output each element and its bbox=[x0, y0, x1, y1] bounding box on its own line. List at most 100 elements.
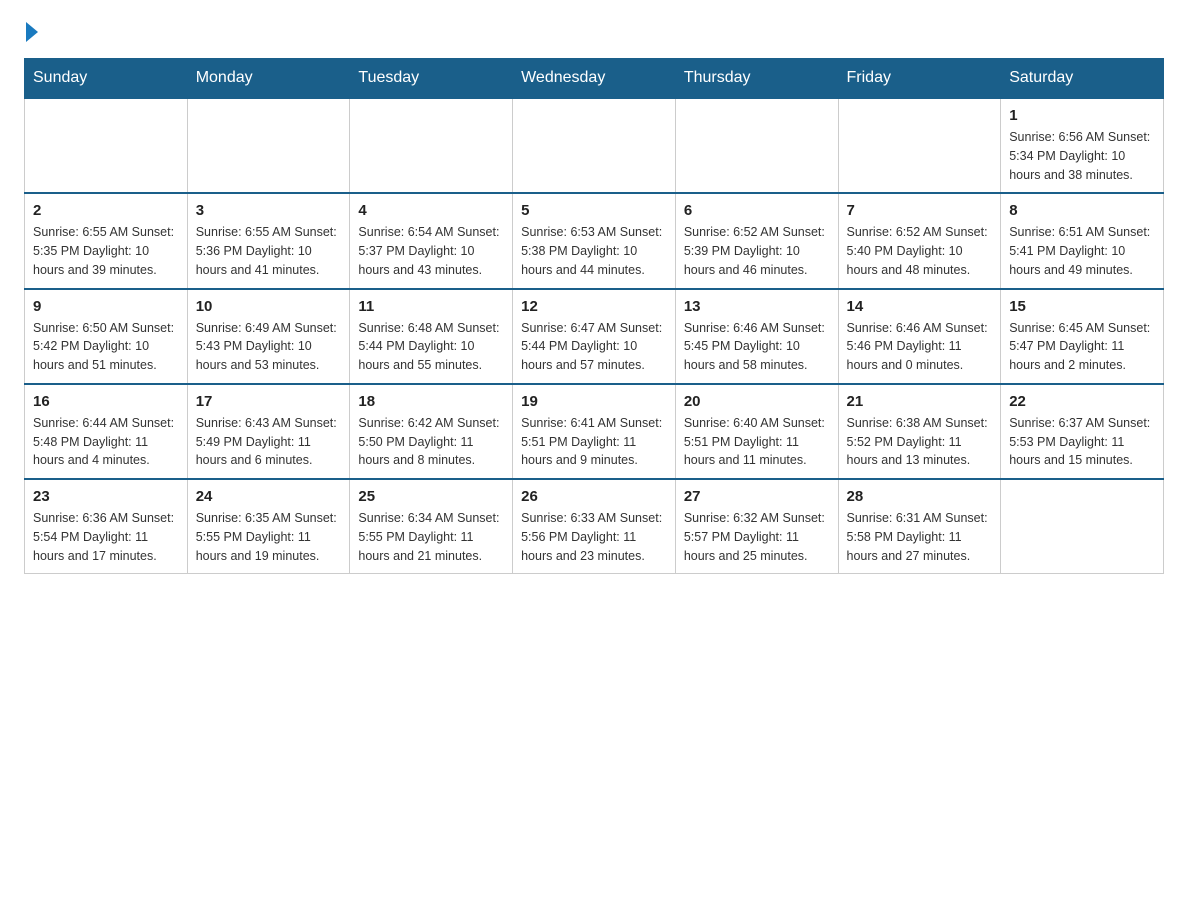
day-info: Sunrise: 6:50 AM Sunset: 5:42 PM Dayligh… bbox=[33, 319, 179, 375]
day-number: 25 bbox=[358, 488, 504, 505]
calendar-table: SundayMondayTuesdayWednesdayThursdayFrid… bbox=[24, 58, 1164, 574]
day-number: 28 bbox=[847, 488, 993, 505]
calendar-cell bbox=[513, 98, 676, 193]
calendar-cell: 27 Sunrise: 6:32 AM Sunset: 5:57 PM Dayli… bbox=[675, 479, 838, 574]
day-number: 3 bbox=[196, 202, 342, 219]
calendar-cell: 5Sunrise: 6:53 AM Sunset: 5:38 PM Daylig… bbox=[513, 193, 676, 288]
day-info: Sunrise: 6:45 AM Sunset: 5:47 PM Dayligh… bbox=[1009, 319, 1155, 375]
day-number: 11 bbox=[358, 298, 504, 315]
day-info: Sunrise: 6:46 AM Sunset: 5:45 PM Dayligh… bbox=[684, 319, 830, 375]
calendar-cell: 20 Sunrise: 6:40 AM Sunset: 5:51 PM Dayli… bbox=[675, 384, 838, 479]
day-info: Sunrise: 6:52 AM Sunset: 5:39 PM Dayligh… bbox=[684, 223, 830, 279]
day-number: 24 bbox=[196, 488, 342, 505]
day-info: Sunrise: 6:33 AM Sunset: 5:56 PM Dayligh… bbox=[521, 509, 667, 565]
day-number: 19 bbox=[521, 393, 667, 410]
calendar-cell: 9 Sunrise: 6:50 AM Sunset: 5:42 PM Daylig… bbox=[25, 289, 188, 384]
day-info: Sunrise: 6:37 AM Sunset: 5:53 PM Dayligh… bbox=[1009, 414, 1155, 470]
page-header bbox=[24, 24, 1164, 42]
calendar-cell bbox=[838, 98, 1001, 193]
day-number: 2 bbox=[33, 202, 179, 219]
weekday-header-friday: Friday bbox=[838, 59, 1001, 99]
day-number: 16 bbox=[33, 393, 179, 410]
calendar-cell bbox=[1001, 479, 1164, 574]
calendar-cell: 13 Sunrise: 6:46 AM Sunset: 5:45 PM Dayli… bbox=[675, 289, 838, 384]
day-number: 13 bbox=[684, 298, 830, 315]
calendar-cell: 23 Sunrise: 6:36 AM Sunset: 5:54 PM Dayli… bbox=[25, 479, 188, 574]
day-number: 6 bbox=[684, 202, 830, 219]
day-number: 21 bbox=[847, 393, 993, 410]
day-number: 27 bbox=[684, 488, 830, 505]
day-number: 10 bbox=[196, 298, 342, 315]
calendar-cell: 8 Sunrise: 6:51 AM Sunset: 5:41 PM Daylig… bbox=[1001, 193, 1164, 288]
weekday-header-sunday: Sunday bbox=[25, 59, 188, 99]
weekday-header-wednesday: Wednesday bbox=[513, 59, 676, 99]
day-number: 18 bbox=[358, 393, 504, 410]
weekday-header-thursday: Thursday bbox=[675, 59, 838, 99]
calendar-cell bbox=[25, 98, 188, 193]
calendar-cell bbox=[187, 98, 350, 193]
calendar-cell: 21 Sunrise: 6:38 AM Sunset: 5:52 PM Dayli… bbox=[838, 384, 1001, 479]
calendar-week-row: 16 Sunrise: 6:44 AM Sunset: 5:48 PM Dayli… bbox=[25, 384, 1164, 479]
calendar-cell: 15 Sunrise: 6:45 AM Sunset: 5:47 PM Dayli… bbox=[1001, 289, 1164, 384]
calendar-cell bbox=[675, 98, 838, 193]
calendar-cell: 17Sunrise: 6:43 AM Sunset: 5:49 PM Dayli… bbox=[187, 384, 350, 479]
weekday-header-tuesday: Tuesday bbox=[350, 59, 513, 99]
day-number: 15 bbox=[1009, 298, 1155, 315]
calendar-cell: 28 Sunrise: 6:31 AM Sunset: 5:58 PM Dayli… bbox=[838, 479, 1001, 574]
calendar-cell: 11Sunrise: 6:48 AM Sunset: 5:44 PM Dayli… bbox=[350, 289, 513, 384]
day-info: Sunrise: 6:38 AM Sunset: 5:52 PM Dayligh… bbox=[847, 414, 993, 470]
day-info: Sunrise: 6:36 AM Sunset: 5:54 PM Dayligh… bbox=[33, 509, 179, 565]
day-number: 7 bbox=[847, 202, 993, 219]
calendar-cell bbox=[350, 98, 513, 193]
calendar-cell: 12 Sunrise: 6:47 AM Sunset: 5:44 PM Dayli… bbox=[513, 289, 676, 384]
calendar-cell: 10 Sunrise: 6:49 AM Sunset: 5:43 PM Dayli… bbox=[187, 289, 350, 384]
day-number: 8 bbox=[1009, 202, 1155, 219]
calendar-cell: 6 Sunrise: 6:52 AM Sunset: 5:39 PM Daylig… bbox=[675, 193, 838, 288]
calendar-cell: 24 Sunrise: 6:35 AM Sunset: 5:55 PM Dayli… bbox=[187, 479, 350, 574]
calendar-cell: 18 Sunrise: 6:42 AM Sunset: 5:50 PM Dayli… bbox=[350, 384, 513, 479]
day-number: 20 bbox=[684, 393, 830, 410]
day-number: 9 bbox=[33, 298, 179, 315]
logo bbox=[24, 24, 38, 42]
day-number: 22 bbox=[1009, 393, 1155, 410]
day-info: Sunrise: 6:34 AM Sunset: 5:55 PM Dayligh… bbox=[358, 509, 504, 565]
calendar-cell: 25 Sunrise: 6:34 AM Sunset: 5:55 PM Dayli… bbox=[350, 479, 513, 574]
day-info: Sunrise: 6:41 AM Sunset: 5:51 PM Dayligh… bbox=[521, 414, 667, 470]
calendar-cell: 26Sunrise: 6:33 AM Sunset: 5:56 PM Dayli… bbox=[513, 479, 676, 574]
day-info: Sunrise: 6:31 AM Sunset: 5:58 PM Dayligh… bbox=[847, 509, 993, 565]
day-info: Sunrise: 6:55 AM Sunset: 5:36 PM Dayligh… bbox=[196, 223, 342, 279]
day-info: Sunrise: 6:52 AM Sunset: 5:40 PM Dayligh… bbox=[847, 223, 993, 279]
calendar-week-row: 2Sunrise: 6:55 AM Sunset: 5:35 PM Daylig… bbox=[25, 193, 1164, 288]
calendar-week-row: 23 Sunrise: 6:36 AM Sunset: 5:54 PM Dayli… bbox=[25, 479, 1164, 574]
day-number: 14 bbox=[847, 298, 993, 315]
day-info: Sunrise: 6:35 AM Sunset: 5:55 PM Dayligh… bbox=[196, 509, 342, 565]
weekday-header-saturday: Saturday bbox=[1001, 59, 1164, 99]
day-info: Sunrise: 6:51 AM Sunset: 5:41 PM Dayligh… bbox=[1009, 223, 1155, 279]
day-info: Sunrise: 6:42 AM Sunset: 5:50 PM Dayligh… bbox=[358, 414, 504, 470]
day-number: 4 bbox=[358, 202, 504, 219]
weekday-header-monday: Monday bbox=[187, 59, 350, 99]
calendar-cell: 22 Sunrise: 6:37 AM Sunset: 5:53 PM Dayli… bbox=[1001, 384, 1164, 479]
day-number: 5 bbox=[521, 202, 667, 219]
day-info: Sunrise: 6:54 AM Sunset: 5:37 PM Dayligh… bbox=[358, 223, 504, 279]
day-info: Sunrise: 6:32 AM Sunset: 5:57 PM Dayligh… bbox=[684, 509, 830, 565]
logo-arrow-icon bbox=[26, 22, 38, 42]
calendar-cell: 2Sunrise: 6:55 AM Sunset: 5:35 PM Daylig… bbox=[25, 193, 188, 288]
calendar-cell: 7 Sunrise: 6:52 AM Sunset: 5:40 PM Daylig… bbox=[838, 193, 1001, 288]
calendar-header: SundayMondayTuesdayWednesdayThursdayFrid… bbox=[25, 59, 1164, 99]
day-info: Sunrise: 6:44 AM Sunset: 5:48 PM Dayligh… bbox=[33, 414, 179, 470]
calendar-cell: 19 Sunrise: 6:41 AM Sunset: 5:51 PM Dayli… bbox=[513, 384, 676, 479]
day-number: 23 bbox=[33, 488, 179, 505]
calendar-cell: 4 Sunrise: 6:54 AM Sunset: 5:37 PM Daylig… bbox=[350, 193, 513, 288]
day-number: 12 bbox=[521, 298, 667, 315]
calendar-body: 1Sunrise: 6:56 AM Sunset: 5:34 PM Daylig… bbox=[25, 98, 1164, 574]
calendar-week-row: 9 Sunrise: 6:50 AM Sunset: 5:42 PM Daylig… bbox=[25, 289, 1164, 384]
day-info: Sunrise: 6:56 AM Sunset: 5:34 PM Dayligh… bbox=[1009, 128, 1155, 184]
day-info: Sunrise: 6:47 AM Sunset: 5:44 PM Dayligh… bbox=[521, 319, 667, 375]
day-info: Sunrise: 6:49 AM Sunset: 5:43 PM Dayligh… bbox=[196, 319, 342, 375]
day-info: Sunrise: 6:43 AM Sunset: 5:49 PM Dayligh… bbox=[196, 414, 342, 470]
day-info: Sunrise: 6:40 AM Sunset: 5:51 PM Dayligh… bbox=[684, 414, 830, 470]
calendar-week-row: 1Sunrise: 6:56 AM Sunset: 5:34 PM Daylig… bbox=[25, 98, 1164, 193]
calendar-cell: 1Sunrise: 6:56 AM Sunset: 5:34 PM Daylig… bbox=[1001, 98, 1164, 193]
weekday-header-row: SundayMondayTuesdayWednesdayThursdayFrid… bbox=[25, 59, 1164, 99]
